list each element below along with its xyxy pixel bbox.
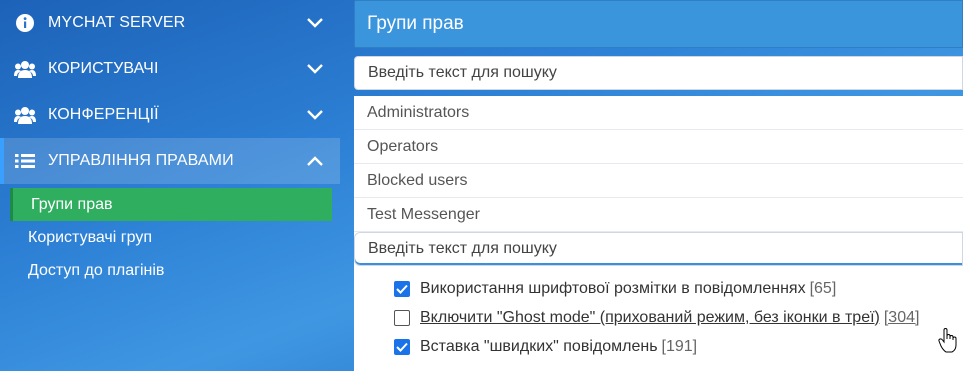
chevron-down-icon[interactable]	[306, 60, 324, 78]
permission-row[interactable]: Вставка "швидких" повідомлень [191]	[354, 332, 963, 361]
chevron-down-icon[interactable]	[306, 14, 324, 32]
users-icon	[14, 58, 36, 80]
permission-row[interactable]: Використання шрифтової розмітки в повідо…	[354, 274, 963, 303]
permission-label: Включити "Ghost mode" (прихований режим,…	[420, 308, 880, 326]
users-icon	[14, 104, 36, 126]
list-item[interactable]: Blocked users	[354, 164, 963, 198]
permission-row[interactable]: Включити "Ghost mode" (прихований режим,…	[354, 303, 963, 332]
submenu-item-plugin-access[interactable]: Доступ до плагінів	[0, 254, 340, 287]
list-item[interactable]: Operators	[354, 130, 963, 164]
nav-label: MYCHAT SERVER	[48, 14, 186, 31]
permission-count: [304]	[883, 308, 920, 326]
permission-label: Використання шрифтової розмітки в повідо…	[420, 279, 806, 297]
submenu-item-group-users[interactable]: Користувачі груп	[0, 221, 340, 254]
permission-count: [191]	[661, 337, 698, 355]
list-item[interactable]: Test Messenger	[354, 198, 963, 232]
permission-search	[354, 232, 963, 266]
chevron-down-icon[interactable]	[306, 106, 324, 124]
list-item[interactable]: Administrators	[354, 96, 963, 130]
main-panel: Групи прав Administrators Operators Bloc…	[354, 0, 963, 371]
submenu-item-groups[interactable]: Групи прав	[10, 188, 332, 221]
hand-cursor-icon	[938, 327, 958, 359]
nav-users[interactable]: КОРИСТУВАЧІ	[0, 46, 340, 92]
submenu: Групи прав Користувачі груп Доступ до пл…	[0, 184, 340, 287]
permission-list: Використання шрифтової розмітки в повідо…	[354, 266, 963, 361]
permission-search-input[interactable]	[368, 240, 962, 258]
nav-rights-management[interactable]: УПРАВЛІННЯ ПРАВАМИ	[0, 138, 340, 184]
permissions-panel: Використання шрифтової розмітки в повідо…	[354, 232, 963, 371]
group-search-input[interactable]	[368, 64, 962, 82]
permission-label: Вставка "швидких" повідомлень	[420, 337, 658, 355]
nav-label: КОРИСТУВАЧІ	[48, 60, 159, 77]
sidebar: MYCHAT SERVER КОРИСТУВАЧІ КОНФЕРЕНЦІЇ УП…	[0, 0, 340, 371]
page-title: Групи прав	[354, 0, 963, 48]
nav-conferences[interactable]: КОНФЕРЕНЦІЇ	[0, 92, 340, 138]
group-list: Administrators Operators Blocked users T…	[354, 96, 963, 232]
checkbox-checked[interactable]	[394, 338, 410, 355]
list-icon	[14, 150, 36, 172]
nav-mychat-server[interactable]: MYCHAT SERVER	[0, 0, 340, 46]
info-icon	[14, 12, 36, 34]
group-search	[354, 56, 963, 90]
checkbox-unchecked[interactable]	[394, 309, 410, 326]
permission-count: [65]	[809, 279, 837, 297]
checkbox-checked[interactable]	[394, 280, 410, 297]
nav-label: УПРАВЛІННЯ ПРАВАМИ	[48, 152, 234, 169]
nav-label: КОНФЕРЕНЦІЇ	[48, 106, 159, 123]
chevron-up-icon[interactable]	[306, 152, 324, 170]
